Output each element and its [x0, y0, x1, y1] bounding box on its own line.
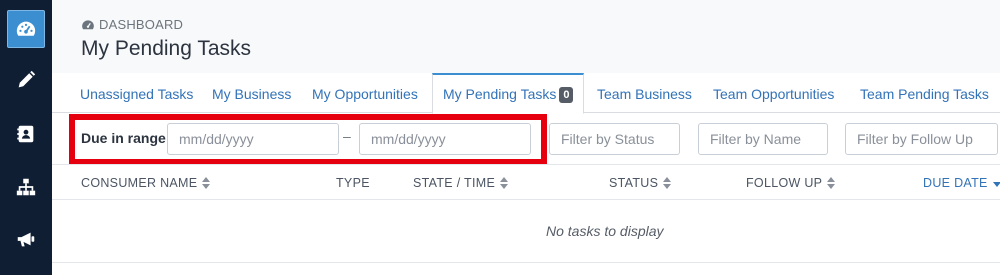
tab-team-opportunities[interactable]: Team Opportunities	[713, 73, 834, 113]
breadcrumb-label: DASHBOARD	[99, 17, 184, 32]
org-chart-icon	[16, 178, 36, 196]
dashboard-icon	[82, 19, 94, 29]
empty-message: No tasks to display	[546, 223, 664, 239]
column-status[interactable]: STATUS	[609, 176, 672, 190]
tab-team-pending-tasks[interactable]: Team Pending Tasks	[860, 73, 989, 113]
tab-my-business[interactable]: My Business	[212, 73, 291, 113]
column-due-date[interactable]: DUE DATE	[923, 176, 1000, 190]
divider	[52, 262, 1000, 263]
sidebar-item-campaigns[interactable]	[0, 219, 52, 259]
due-range-label: Due in range	[81, 130, 166, 146]
pencil-icon	[18, 70, 36, 88]
sidebar-item-organization[interactable]	[0, 167, 52, 207]
due-date-to-input[interactable]	[359, 123, 531, 155]
range-separator: –	[343, 128, 351, 144]
sort-icon	[500, 177, 509, 189]
tab-bar: Unassigned Tasks My Business My Opportun…	[52, 73, 1000, 114]
dashboard-icon	[16, 21, 36, 36]
sidebar	[0, 0, 52, 275]
tab-my-pending-tasks[interactable]: My Pending Tasks 0	[432, 73, 585, 114]
empty-state: No tasks to display	[52, 223, 1000, 241]
sidebar-item-dashboard[interactable]	[0, 9, 52, 49]
tab-my-opportunities[interactable]: My Opportunities	[312, 73, 418, 113]
tab-label: My Pending Tasks	[443, 86, 557, 102]
tab-team-business[interactable]: Team Business	[597, 73, 692, 113]
column-consumer-name[interactable]: CONSUMER NAME	[81, 176, 211, 190]
name-filter-input[interactable]	[698, 123, 828, 155]
sidebar-item-contacts[interactable]	[0, 114, 52, 154]
page-title: My Pending Tasks	[81, 37, 252, 60]
tab-unassigned-tasks[interactable]: Unassigned Tasks	[80, 73, 193, 113]
column-follow-up[interactable]: FOLLOW UP	[746, 176, 836, 190]
breadcrumb[interactable]: DASHBOARD	[81, 17, 183, 32]
due-date-from-input[interactable]	[167, 123, 339, 155]
table-header: CONSUMER NAME TYPE STATE / TIME STATUS F…	[52, 164, 1000, 200]
count-badge: 0	[559, 87, 574, 103]
column-type: TYPE	[336, 176, 370, 190]
contact-book-icon	[17, 125, 34, 143]
sort-icon	[827, 177, 836, 189]
sort-icon	[663, 177, 672, 189]
sort-icon	[202, 177, 211, 189]
filter-bar: Due in range –	[52, 114, 1000, 165]
page-header: DASHBOARD My Pending Tasks	[52, 0, 1000, 74]
column-state-time[interactable]: STATE / TIME	[413, 176, 509, 190]
sidebar-item-edit[interactable]	[0, 60, 52, 100]
main-content: DASHBOARD My Pending Tasks Unassigned Ta…	[52, 0, 1000, 275]
megaphone-icon	[17, 232, 35, 247]
status-filter-input[interactable]	[549, 123, 680, 155]
follow-up-filter-input[interactable]	[845, 123, 998, 155]
sort-desc-icon	[992, 182, 1000, 187]
